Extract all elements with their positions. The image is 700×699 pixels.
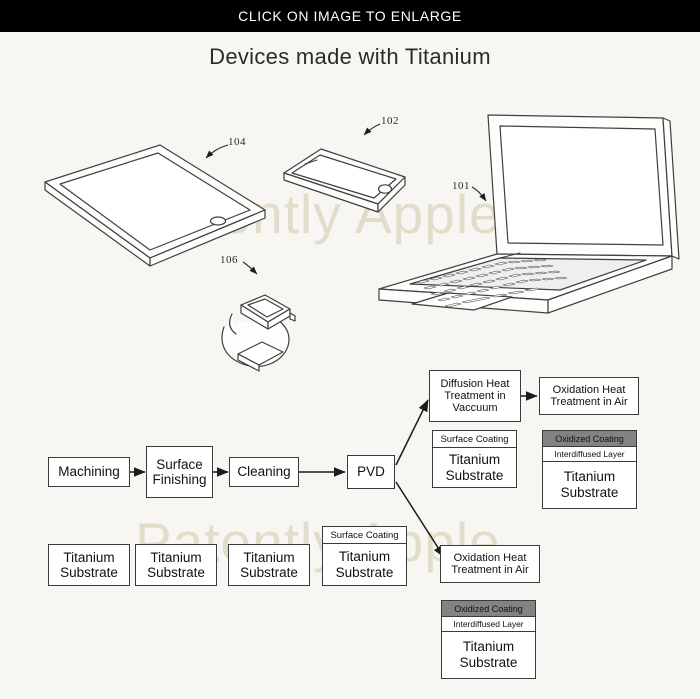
laptop-drawing <box>378 114 680 314</box>
flow-box-diffusion-heat-treatment[interactable]: Diffusion Heat Treatment in Vaccuum <box>429 370 521 422</box>
flow-box-oxidation-heat-treatment-lower[interactable]: Oxidation Heat Treatment in Air <box>440 545 540 583</box>
flow-box-pvd[interactable]: PVD <box>347 455 395 489</box>
tablet-drawing <box>44 144 266 267</box>
substrate-1-line-1: Titanium <box>63 549 115 565</box>
substrate-1-line-2: Substrate <box>60 565 118 580</box>
diffusion-line-3: Vaccuum <box>452 402 498 415</box>
diffusion-line-1: Diffusion Heat <box>440 377 510 390</box>
refnum-tablet: 104 <box>228 136 246 148</box>
layer-oxidized-coating: Oxidized Coating <box>442 601 535 617</box>
refnum-watch: 106 <box>220 254 238 266</box>
substrate-2-line-1: Titanium <box>150 549 202 565</box>
watch-drawing <box>221 294 296 372</box>
layer-oxidized-coating: Oxidized Coating <box>543 431 636 447</box>
substrate-box-2: Titanium Substrate <box>135 544 217 586</box>
layer-titanium-substrate: Titanium Substrate <box>323 544 406 585</box>
layer-titanium-substrate: Titanium Substrate <box>543 462 636 507</box>
stack-surface-coated-bottom: Surface Coating Titanium Substrate <box>322 526 407 586</box>
substrate-3-line-2: Substrate <box>240 565 298 580</box>
oxidation-upper-line-2: Treatment in Air <box>550 396 628 408</box>
layer-interdiffused: Interdiffused Layer <box>543 447 636 462</box>
diffusion-line-2: Treatment in <box>444 389 506 402</box>
flow-label-surface: Surface <box>156 456 203 472</box>
layer-titanium-substrate: Titanium Substrate <box>433 448 516 487</box>
flow-box-machining[interactable]: Machining <box>48 457 130 487</box>
flow-label-machining: Machining <box>58 464 120 480</box>
substrate-line-1: Titanium <box>462 639 515 655</box>
substrate-3-line-1: Titanium <box>243 549 295 565</box>
substrate-2-line-2: Substrate <box>147 565 205 580</box>
substrate-line-2: Substrate <box>335 564 394 580</box>
oxidation-lower-line-1: Oxidation Heat <box>453 551 527 564</box>
stack-oxidized-upper: Oxidized Coating Interdiffused Layer Tit… <box>542 430 637 509</box>
substrate-line-2: Substrate <box>560 484 619 500</box>
layer-interdiffused: Interdiffused Layer <box>442 617 535 632</box>
layer-surface-coating: Surface Coating <box>433 431 516 448</box>
flow-box-surface-finishing[interactable]: Surface Finishing <box>146 446 213 498</box>
layer-surface-coating: Surface Coating <box>323 527 406 544</box>
oxidation-lower-line-2: Treatment in Air <box>451 564 529 576</box>
substrate-line-1: Titanium <box>448 452 501 468</box>
substrate-line-2: Substrate <box>445 467 504 483</box>
substrate-line-1: Titanium <box>338 549 391 565</box>
substrate-box-3: Titanium Substrate <box>228 544 310 586</box>
enlarge-banner-label: CLICK ON IMAGE TO ENLARGE <box>238 8 462 24</box>
page-root: CLICK ON IMAGE TO ENLARGE Devices made w… <box>0 0 700 699</box>
oxidation-upper-line-1: Oxidation Heat <box>552 383 626 396</box>
refnum-laptop: 101 <box>452 180 470 192</box>
substrate-line-1: Titanium <box>563 469 616 485</box>
flow-label-pvd: PVD <box>357 464 385 480</box>
flow-box-oxidation-heat-treatment-upper[interactable]: Oxidation Heat Treatment in Air <box>539 377 639 415</box>
enlarge-banner[interactable]: CLICK ON IMAGE TO ENLARGE <box>0 0 700 32</box>
flow-label-cleaning: Cleaning <box>237 464 291 480</box>
stack-oxidized-lower: Oxidized Coating Interdiffused Layer Tit… <box>441 600 536 679</box>
refnum-phone: 102 <box>381 115 399 127</box>
substrate-line-2: Substrate <box>459 654 518 670</box>
device-illustrations <box>44 114 680 372</box>
substrate-box-1: Titanium Substrate <box>48 544 130 586</box>
stack-surface-coated: Surface Coating Titanium Substrate <box>432 430 517 488</box>
layer-titanium-substrate: Titanium Substrate <box>442 632 535 677</box>
flow-box-cleaning[interactable]: Cleaning <box>229 457 299 487</box>
patent-figure[interactable]: Devices made with Titanium Patently Appl… <box>0 32 700 699</box>
flow-label-finishing: Finishing <box>152 472 207 487</box>
phone-drawing <box>283 148 406 213</box>
